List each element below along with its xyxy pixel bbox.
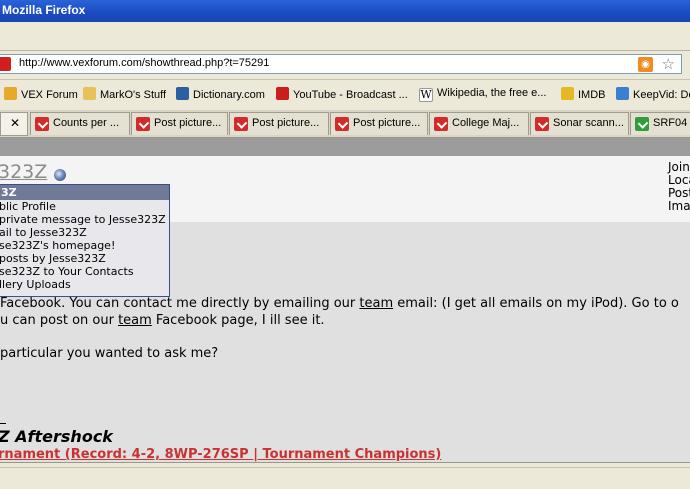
user-info-labels: Join Loca Post Ima — [668, 161, 690, 213]
menu-item-public-profile[interactable]: blic Profile — [0, 200, 169, 213]
bookmark-youtube[interactable]: YouTube - Broadcast ... — [276, 87, 408, 101]
tab-college-maj[interactable]: College Maj... — [429, 112, 529, 135]
close-tab-button[interactable]: ✕ — [0, 112, 28, 136]
dictionary-icon — [176, 87, 189, 100]
menu-item-find-posts[interactable]: posts by Jesse323Z — [0, 252, 169, 265]
tab-post-picture-2[interactable]: Post picture... — [229, 112, 329, 135]
keepvid-icon — [616, 87, 629, 100]
post-header-band — [0, 138, 690, 156]
imdb-icon — [561, 87, 574, 100]
user-popup-menu: 3Z blic Profile private message to Jesse… — [0, 184, 170, 297]
bookmark-label: Wikipedia, the free e... — [437, 87, 547, 99]
youtube-icon — [276, 87, 289, 100]
rss-feed-icon[interactable]: ◉ — [638, 57, 653, 72]
site-favicon-icon — [0, 57, 11, 71]
bookmark-label: Dictionary.com — [193, 89, 265, 101]
tab-label: Counts per ... — [53, 117, 120, 129]
navigation-toolbar: http://www.vexforum.com/showthread.php?t… — [0, 51, 690, 80]
tab-srf04[interactable]: SRF04 T — [630, 112, 690, 135]
post-text-line-2: u can post on our team Facebook page, I … — [0, 313, 325, 328]
tab-favicon-icon — [335, 117, 349, 131]
bookmark-vex-forum[interactable]: VEX Forum — [4, 87, 78, 101]
team-link[interactable]: team — [359, 296, 393, 311]
post-text-line-1: Facebook. You can contact me directly by… — [0, 296, 679, 311]
tab-favicon-icon — [535, 117, 549, 131]
bookmark-label: MarkO's Stuff — [100, 89, 167, 101]
menu-item-gallery-uploads[interactable]: llery Uploads — [0, 278, 169, 291]
bookmark-dictionary[interactable]: Dictionary.com — [176, 87, 265, 101]
bookmark-wikipedia[interactable]: W Wikipedia, the free e... — [419, 87, 546, 102]
team-link[interactable]: team — [118, 313, 152, 328]
signature-team-name: Z Aftershock — [0, 427, 113, 446]
post-text-line-3: particular you wanted to ask me? — [0, 346, 219, 361]
tab-post-picture-1[interactable]: Post picture... — [131, 112, 228, 135]
window-title: Mozilla Firefox — [2, 3, 86, 17]
tab-favicon-icon — [635, 117, 649, 131]
url-text: http://www.vexforum.com/showthread.php?t… — [19, 57, 270, 69]
post-text: Facebook. You can contact me directly by… — [0, 296, 360, 311]
bookmark-label: VEX Forum — [21, 89, 78, 101]
tab-label: Post picture... — [353, 117, 421, 129]
wikipedia-icon: W — [419, 88, 433, 102]
tab-sonar-scann[interactable]: Sonar scann... — [530, 112, 629, 135]
tab-label: Post picture... — [154, 117, 222, 129]
url-bar[interactable]: http://www.vexforum.com/showthread.php?t… — [0, 54, 682, 74]
tab-favicon-icon — [136, 117, 150, 131]
tab-strip: Counts per ... Post picture... Post pict… — [0, 110, 690, 138]
menu-item-private-message[interactable]: private message to Jesse323Z — [0, 213, 169, 226]
bookmark-marko-stuff[interactable]: MarkO's Stuff — [83, 87, 166, 101]
bookmarks-toolbar: VEX Forum MarkO's Stuff Dictionary.com Y… — [0, 80, 690, 111]
tab-favicon-icon — [35, 117, 49, 131]
status-bar — [0, 462, 690, 489]
tab-counts-per[interactable]: Counts per ... — [30, 112, 130, 135]
folder-icon — [4, 87, 17, 100]
post-text: Facebook page, I ill see it. — [151, 313, 325, 328]
menu-bar — [0, 22, 690, 51]
images-label: Ima — [668, 199, 690, 213]
tab-label: Sonar scann... — [553, 117, 624, 129]
user-menu-header: 3Z — [0, 185, 169, 200]
post-text: email: (I get all emails on my iPod). Go… — [393, 296, 679, 311]
tab-label: College Maj... — [452, 117, 520, 129]
bookmark-imdb[interactable]: IMDB — [561, 87, 606, 101]
signature-record-link[interactable]: rnament (Record: 4-2, 8WP-276SP | Tourna… — [0, 447, 441, 462]
tab-label: Post picture... — [252, 117, 320, 129]
tab-label: SRF04 T — [653, 117, 690, 129]
menu-item-add-contact[interactable]: se323Z to Your Contacts — [0, 265, 169, 278]
bookmark-label: IMDB — [578, 89, 606, 101]
folder-icon — [83, 87, 96, 100]
close-icon: ✕ — [10, 116, 21, 130]
signature-divider — [0, 423, 6, 424]
menu-item-email[interactable]: ail to Jesse323Z — [0, 226, 169, 239]
tab-favicon-icon — [434, 117, 448, 131]
online-status-icon — [54, 169, 66, 181]
bookmark-label: YouTube - Broadcast ... — [293, 89, 408, 101]
tab-post-picture-3[interactable]: Post picture... — [330, 112, 428, 135]
bookmark-label: KeepVid: Do — [633, 89, 690, 101]
tab-favicon-icon — [234, 117, 248, 131]
menu-item-homepage[interactable]: se323Z's homepage! — [0, 239, 169, 252]
post-username-link[interactable]: 323Z — [0, 161, 47, 183]
bookmark-keepvid[interactable]: KeepVid: Do — [616, 87, 690, 101]
status-divider — [0, 467, 690, 468]
bookmark-star-icon[interactable]: ☆ — [662, 55, 675, 73]
title-bar: Mozilla Firefox — [0, 0, 690, 22]
post-text: u can post on our — [0, 313, 119, 328]
